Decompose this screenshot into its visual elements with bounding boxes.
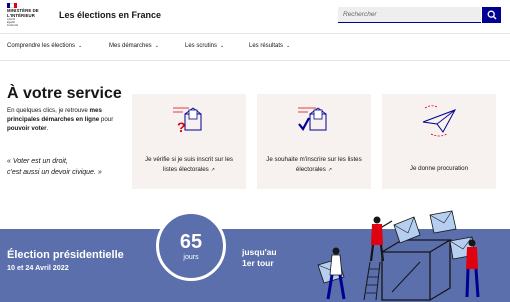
chevron-down-icon: ⌄ [286, 43, 291, 49]
countdown-caption: jusqu'au 1er tour [242, 247, 277, 269]
chevron-down-icon: ⌄ [220, 43, 225, 49]
nav-scrutins[interactable]: Les scrutins ⌄ [185, 43, 224, 49]
nav-label: Les résultats [249, 43, 284, 49]
section-description: En quelques clics, je retrouve mes princ… [7, 106, 125, 133]
republic-motto: Liberté Égalité Fraternité [7, 18, 19, 27]
quote-line1: « Voter est un droit, [7, 158, 68, 165]
card-give-proxy[interactable]: Je donne procuration [382, 94, 496, 189]
nav-label: Mes démarches [109, 43, 152, 49]
ladder-icon [363, 261, 381, 301]
motto-line3: Fraternité [7, 23, 19, 27]
site-header: MINISTÈRE DE L'INTÉRIEUR Liberté Égalité… [0, 0, 510, 33]
search-input[interactable]: Rechercher [338, 7, 481, 23]
chevron-down-icon: ⌄ [78, 43, 83, 49]
chevron-down-icon: ⌄ [154, 43, 159, 49]
person-right [465, 239, 480, 298]
search-button[interactable] [482, 7, 501, 23]
desc-bold: pouvoir voter [7, 125, 47, 132]
card-register-lists[interactable]: Je souhaite m'inscrire sur les listes él… [257, 94, 371, 189]
caption-line1: jusqu'au [242, 247, 277, 257]
ballot-check-icon [298, 107, 327, 131]
desc-text: pour [99, 116, 114, 123]
card-label: Je souhaite m'inscrire sur les listes él… [266, 156, 362, 173]
nav-demarches[interactable]: Mes démarches ⌄ [109, 43, 159, 49]
caption-line2: 1er tour [242, 258, 274, 268]
quote-line2: c'est aussi un devoir civique. » [7, 169, 102, 176]
external-link-icon: ↗ [210, 166, 215, 173]
paper-plane-icon [422, 105, 457, 137]
svg-text:?: ? [177, 119, 186, 135]
civic-quote: « Voter est un droit, c'est aussi un dev… [7, 156, 137, 178]
ministry-logo-text[interactable]: MINISTÈRE DE L'INTÉRIEUR [7, 8, 39, 18]
nav-label: Comprendre les élections [7, 43, 76, 49]
main-navigation: Comprendre les élections ⌄ Mes démarches ⌄… [0, 33, 510, 61]
section-title: À votre service [7, 85, 122, 102]
election-dates: 10 et 24 Avril 2022 [7, 263, 69, 272]
ballot-question-icon: ? [173, 107, 202, 135]
nav-label: Les scrutins [185, 43, 218, 49]
election-title: Élection présidentielle [7, 249, 124, 261]
nav-comprendre[interactable]: Comprendre les élections ⌄ [7, 43, 82, 49]
site-title[interactable]: Les élections en France [59, 10, 161, 20]
person-left [326, 247, 346, 300]
countdown-unit: jours [183, 253, 199, 261]
search-icon [487, 10, 496, 20]
person-center-red [369, 216, 393, 262]
card-label: Je donne procuration [409, 165, 469, 172]
ballot-box-icon [381, 239, 453, 301]
countdown-days: 65 [179, 230, 203, 253]
desc-text: . [46, 125, 49, 132]
desc-text: En quelques clics, je retrouve [7, 107, 90, 114]
nav-resultats[interactable]: Les résultats ⌄ [249, 43, 290, 49]
card-label: Je vérifie si je suis inscrit sur les li… [144, 156, 234, 173]
countdown-circle: 65 jours [156, 211, 226, 281]
voting-illustration [317, 210, 480, 301]
external-link-icon: ↗ [327, 166, 333, 173]
card-verify-registration[interactable]: ? Je vérifie si je suis inscrit sur les … [132, 94, 246, 189]
